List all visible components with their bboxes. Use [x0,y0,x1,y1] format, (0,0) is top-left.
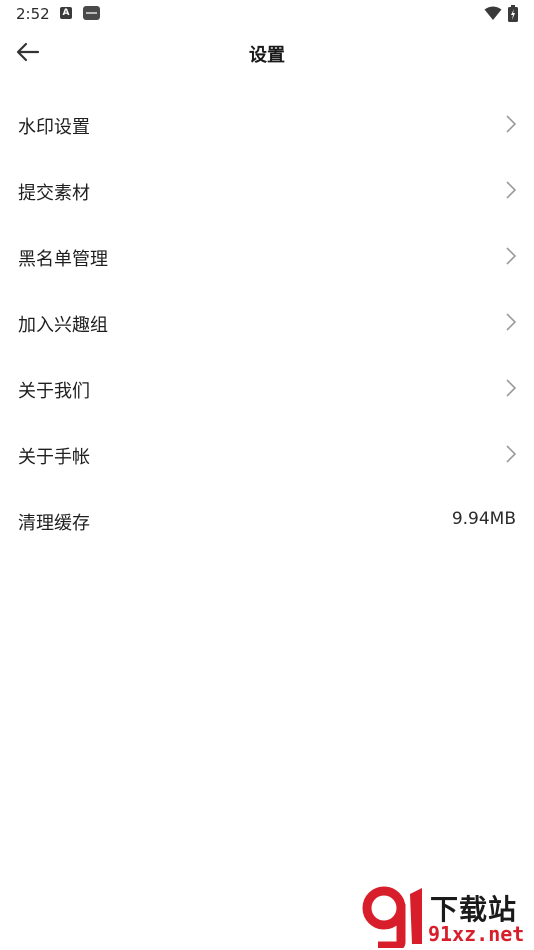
watermark-logo-icon [362,886,422,948]
settings-item-label: 关于手帐 [18,447,90,468]
settings-item-blacklist[interactable]: 黑名单管理 [0,224,534,290]
cache-size-value: 9.94MB [451,509,516,529]
status-time: 2:52 [16,5,50,23]
status-bar: 2:52 A [0,0,534,28]
settings-item-label: 提交素材 [18,183,90,204]
app-header: 设置 [0,28,534,76]
settings-item-submit-material[interactable]: 提交素材 [0,158,534,224]
chevron-right-icon [506,181,517,199]
settings-item-watermark[interactable]: 水印设置 [0,92,534,158]
settings-item-clear-cache[interactable]: 清理缓存 9.94MB [0,488,534,554]
a-notification-icon: A [60,7,72,19]
chevron-right-icon [506,115,517,133]
page-title: 设置 [249,45,285,66]
app-notification-icon [83,6,100,20]
settings-item-label: 关于我们 [18,381,90,402]
settings-item-about-journal[interactable]: 关于手帐 [0,422,534,488]
watermark: 下载站 91xz.net [360,884,532,948]
chevron-right-icon [506,445,517,463]
settings-list: 水印设置 提交素材 黑名单管理 加入兴趣组 关于我们 关于手帐 清理缓存 9.9… [0,92,534,554]
settings-item-label: 加入兴趣组 [18,315,108,336]
watermark-url: 91xz.net [428,922,525,946]
chevron-right-icon [506,247,517,265]
settings-item-label: 清理缓存 [18,513,90,534]
settings-item-label: 黑名单管理 [18,249,108,270]
battery-icon [508,5,518,22]
wifi-icon [484,6,502,20]
settings-item-label: 水印设置 [18,117,90,138]
settings-item-join-interest-group[interactable]: 加入兴趣组 [0,290,534,356]
chevron-right-icon [506,379,517,397]
chevron-right-icon [506,313,517,331]
settings-item-about-us[interactable]: 关于我们 [0,356,534,422]
